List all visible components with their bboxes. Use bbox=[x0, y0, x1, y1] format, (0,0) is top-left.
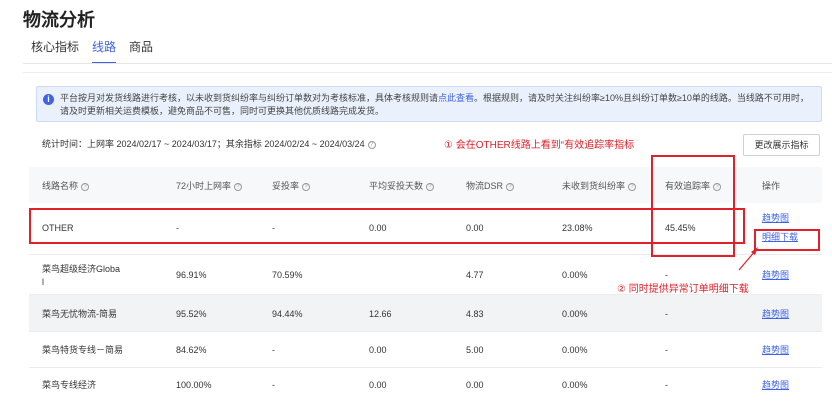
annotation-arrow bbox=[738, 247, 758, 271]
logistics-analysis-page: 物流分析 核心指标 线路 商品 i 平台按月对发货线路进行考核，以未收到货纠纷率… bbox=[0, 0, 832, 402]
